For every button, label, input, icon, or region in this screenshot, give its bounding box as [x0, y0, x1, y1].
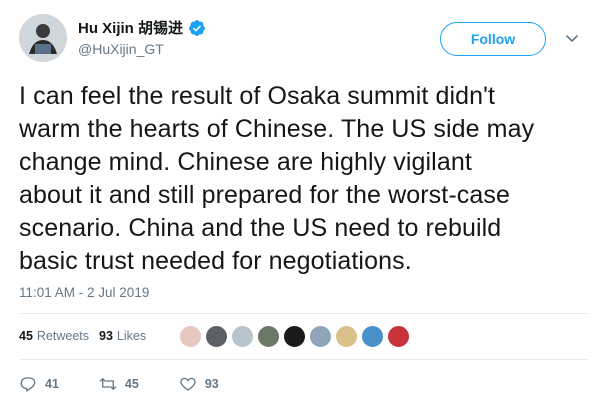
divider: [19, 313, 588, 314]
liker-avatar[interactable]: [179, 325, 202, 348]
retweets-count: 45: [19, 329, 33, 343]
liker-avatar[interactable]: [231, 325, 254, 348]
likes-stat[interactable]: 93 Likes: [99, 329, 146, 343]
retweet-icon: [99, 378, 117, 390]
tweet-card: Hu Xijin 胡锡进 @HuXijin_GT Follow I can fe…: [0, 0, 602, 405]
reply-count: 41: [45, 377, 59, 391]
tweet-text-line: about it and still prepared for the wors…: [19, 181, 510, 209]
avatar[interactable]: [19, 14, 67, 62]
liker-avatar[interactable]: [283, 325, 306, 348]
liker-avatar[interactable]: [335, 325, 358, 348]
reply-button[interactable]: 41: [19, 375, 59, 393]
likes-count: 93: [99, 329, 113, 343]
like-count: 93: [204, 377, 219, 391]
verified-badge-icon: [188, 19, 206, 37]
retweet-count: 45: [124, 377, 139, 391]
tweet-actions: 41 45 93: [19, 375, 259, 393]
tweet-text-line: basic trust needed for negotiations.: [19, 247, 412, 275]
author-name-row[interactable]: Hu Xijin 胡锡进: [78, 17, 206, 38]
tweet-text-line: scenario. China and the US need to rebui…: [19, 214, 502, 242]
retweets-label: Retweets: [36, 329, 90, 343]
author-handle[interactable]: @HuXijin_GT: [78, 41, 164, 57]
likes-label: Likes: [116, 329, 147, 343]
like-button[interactable]: 93: [179, 375, 219, 393]
heart-icon: [180, 377, 196, 391]
liker-avatar[interactable]: [361, 325, 384, 348]
liker-avatar[interactable]: [309, 325, 332, 348]
liker-avatar[interactable]: [205, 325, 228, 348]
tweet-text-line: warm the hearts of Chinese. The US side …: [19, 115, 535, 143]
tweet-text-line: I can feel the result of Osaka summit di…: [19, 82, 496, 110]
retweets-stat[interactable]: 45 Retweets: [19, 329, 89, 343]
tweet-text: I can feel the result of Osaka summit di…: [19, 80, 589, 278]
follow-button[interactable]: Follow: [440, 22, 546, 56]
tweet-text-line: change mind. Chinese are highly vigilant: [19, 148, 472, 176]
tweet-timestamp[interactable]: 11:01 AM - 2 Jul 2019: [19, 285, 149, 300]
display-name[interactable]: Hu Xijin 胡锡进: [78, 17, 183, 38]
tweet-stats: 45 Retweets 93 Likes: [19, 329, 156, 343]
liker-avatar[interactable]: [257, 325, 280, 348]
chevron-down-icon[interactable]: [564, 30, 580, 46]
reply-icon: [20, 377, 36, 393]
retweet-button[interactable]: 45: [99, 375, 139, 393]
liker-avatar[interactable]: [387, 325, 410, 348]
divider: [19, 359, 588, 360]
likers-avatars: [179, 325, 413, 348]
